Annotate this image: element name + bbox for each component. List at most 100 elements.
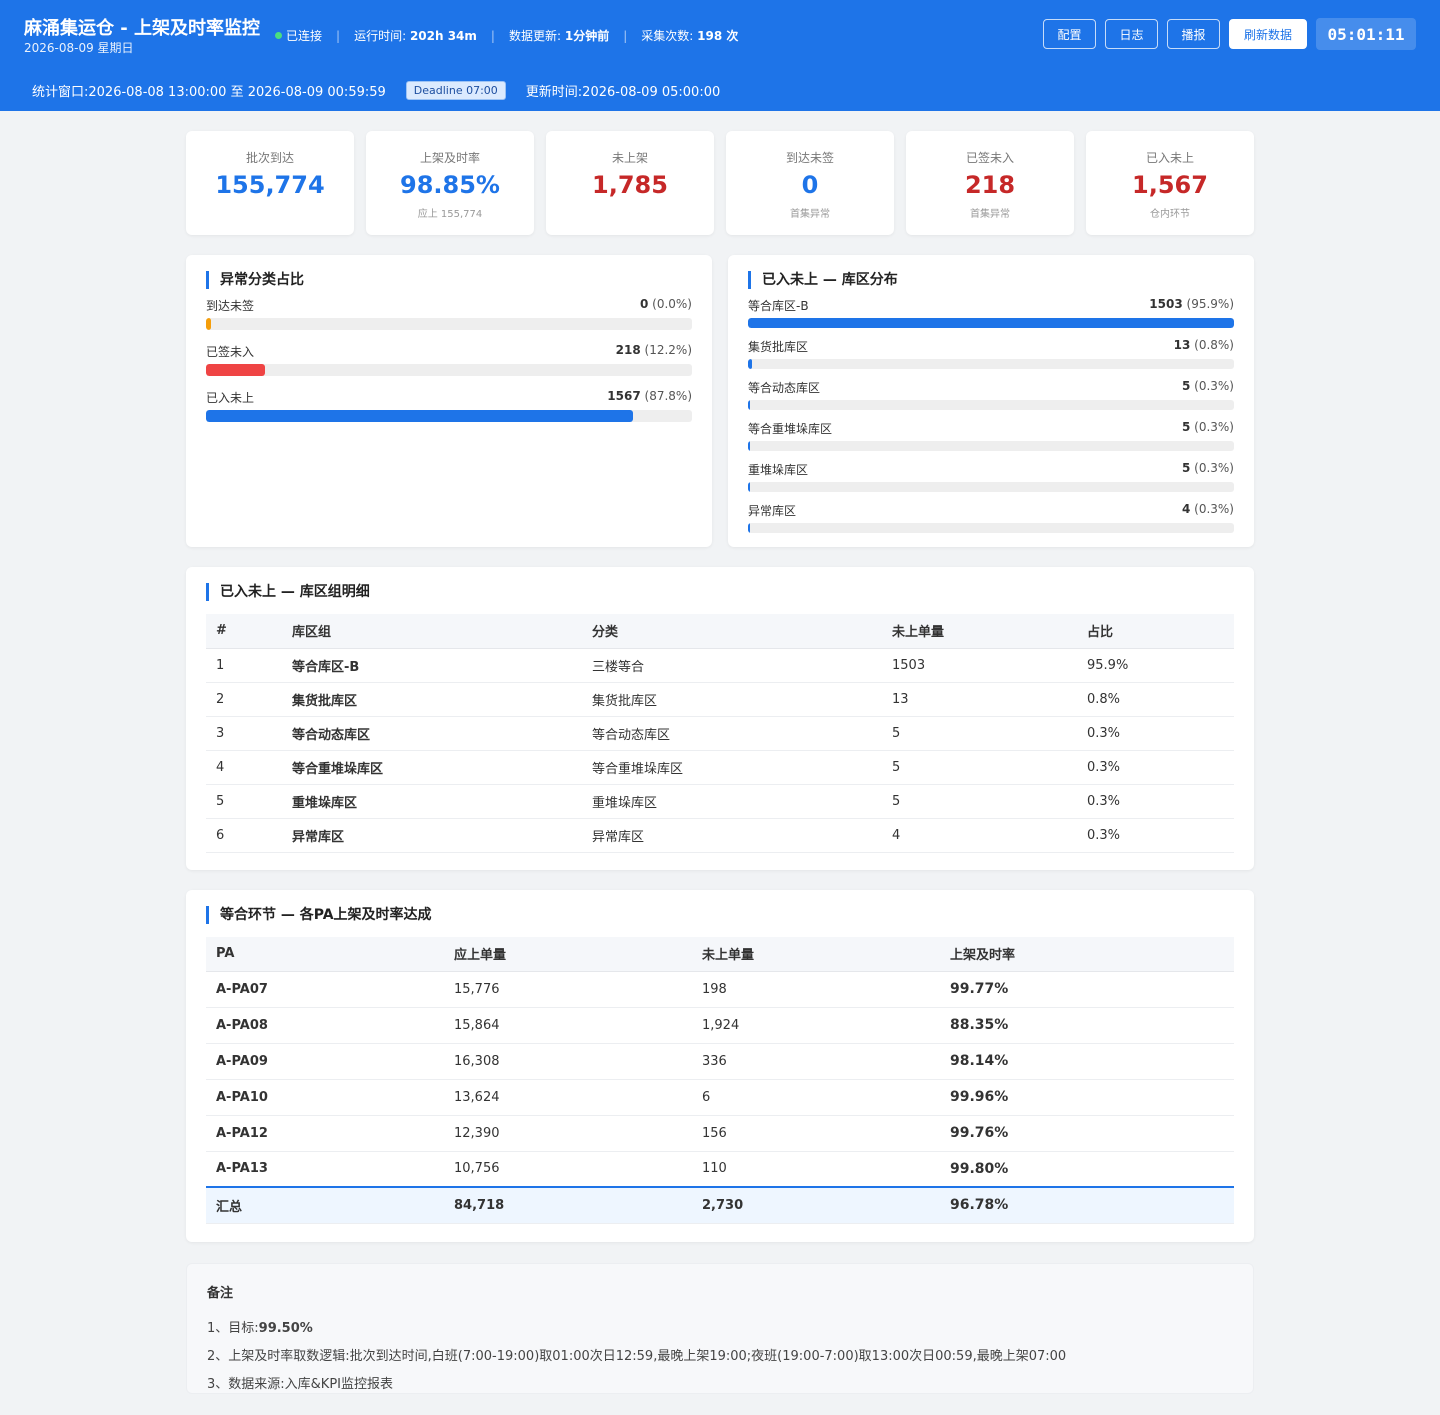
header-actions: 配置 日志 播报 刷新数据 05:01:11 bbox=[1034, 18, 1416, 50]
zone-bar-track bbox=[748, 400, 1234, 410]
count-label: 采集次数: bbox=[641, 29, 694, 43]
table-cell: 6 bbox=[206, 818, 282, 853]
zone-table-panel: 已入未上 — 库区组明细 # 库区组 分类 未上单量 占比 1 等合库区-B 三楼等合 150… bbox=[186, 567, 1254, 870]
top-header: 麻涌集运仓 - 上架及时率监控 2026-08-09 星期日 已连接 | 运行时… bbox=[0, 0, 1440, 111]
pa-table-header: 应上单量 bbox=[444, 937, 692, 972]
table-cell: 等合动态库区 bbox=[582, 716, 882, 751]
table-cell: 1 bbox=[206, 648, 282, 683]
zone-item: 等合动态库区 5 (0.3%) bbox=[748, 379, 1234, 410]
table-cell: 异常库区 bbox=[582, 818, 882, 853]
zone-bar-fill bbox=[748, 482, 750, 492]
zone-table-header: # bbox=[206, 614, 282, 649]
table-cell: 6 bbox=[692, 1079, 940, 1116]
status-bar: 已连接 | 运行时间: 202h 34m | 数据更新: 1分钟前 | 采集次数… bbox=[275, 27, 738, 44]
note-line-1: 1、目标:99.50% bbox=[207, 1317, 1233, 1336]
table-cell: 异常库区 bbox=[282, 818, 582, 853]
zone-label: 等合库区-B bbox=[748, 299, 809, 313]
anomaly-item: 到达未签 0 (0.0%) bbox=[206, 297, 692, 330]
zone-bar-fill bbox=[748, 400, 750, 410]
table-row: 6 异常库区 异常库区 4 0.3% bbox=[206, 818, 1234, 853]
pa-table-panel: 等合环节 — 各PA上架及时率达成 PA 应上单量 未上单量 上架及时率 A-PA07… bbox=[186, 890, 1254, 1242]
anomaly-bar-track bbox=[206, 364, 692, 376]
pa-table-title: 等合环节 — 各PA上架及时率达成 bbox=[206, 906, 1234, 924]
divider: | bbox=[336, 28, 341, 43]
table-cell: 99.77% bbox=[940, 971, 1234, 1008]
kpi-card: 批次到达 155,774 bbox=[186, 131, 354, 235]
zone-item: 异常库区 4 (0.3%) bbox=[748, 502, 1234, 533]
kpi-label: 未上架 bbox=[611, 151, 648, 165]
anomaly-bar-track bbox=[206, 318, 692, 330]
table-cell: 5 bbox=[882, 750, 1077, 785]
anomaly-pct: (0.0%) bbox=[652, 297, 692, 311]
table-row: A-PA07 15,776 198 99.77% bbox=[206, 971, 1234, 1008]
config-button[interactable]: 配置 bbox=[1043, 19, 1096, 49]
table-cell: A-PA07 bbox=[206, 971, 444, 1008]
zone-row: 集货批库区 13 (0.8%) bbox=[748, 338, 1234, 355]
table-cell: 10,756 bbox=[444, 1151, 692, 1188]
zone-row: 异常库区 4 (0.3%) bbox=[748, 502, 1234, 519]
zone-row: 等合重堆垛库区 5 (0.3%) bbox=[748, 420, 1234, 437]
pa-table-header: 未上单量 bbox=[692, 937, 940, 972]
zone-count-group: 4 (0.3%) bbox=[1182, 502, 1234, 519]
table-cell: 等合库区-B bbox=[282, 648, 582, 683]
kpi-value: 1,567 bbox=[1132, 171, 1208, 199]
zone-count-group: 13 (0.8%) bbox=[1174, 338, 1234, 355]
zone-dist-panel: 已入未上 — 库区分布 等合库区-B 1503 (95.9%) 集货批库区 13 (0… bbox=[728, 255, 1254, 547]
divider: | bbox=[490, 28, 495, 43]
kpi-label: 批次到达 bbox=[245, 151, 294, 165]
kpi-card: 上架及时率 98.85% 应上 155,774 bbox=[366, 131, 534, 235]
pa-table-header: 上架及时率 bbox=[940, 937, 1234, 972]
total-cell: 2,730 bbox=[692, 1186, 940, 1224]
updated-time: 更新时间:2026-08-09 05:00:00 bbox=[525, 85, 721, 100]
update-value: 1分钟前 bbox=[564, 29, 610, 43]
table-cell: 三楼等合 bbox=[582, 648, 882, 683]
kpi-subtext: 应上 155,774 bbox=[417, 209, 483, 220]
kpi-value: 1,785 bbox=[592, 171, 668, 199]
table-cell: 0.3% bbox=[1077, 818, 1234, 853]
anomaly-bar-track bbox=[206, 410, 692, 422]
kpi-card: 已签未入 218 首集异常 bbox=[906, 131, 1074, 235]
zone-label: 重堆垛库区 bbox=[748, 463, 809, 477]
table-cell: A-PA08 bbox=[206, 1007, 444, 1044]
zone-bar-track bbox=[748, 482, 1234, 492]
table-row: A-PA09 16,308 336 98.14% bbox=[206, 1043, 1234, 1080]
zone-count: 5 bbox=[1181, 420, 1191, 434]
anomaly-label: 已入未上 bbox=[206, 391, 255, 405]
total-cell: 汇总 bbox=[206, 1186, 444, 1224]
table-cell: 3 bbox=[206, 716, 282, 751]
table-cell: 0.3% bbox=[1077, 716, 1234, 751]
zone-bar-track bbox=[748, 441, 1234, 451]
zone-count: 4 bbox=[1181, 502, 1191, 516]
note-target-value: 99.50% bbox=[258, 1321, 313, 1336]
notes-panel: 备注 1、目标:99.50% 2、上架及时率取数逻辑:批次到达时间,白班(7:0… bbox=[186, 1263, 1254, 1394]
anomaly-count-group: 0 (0.0%) bbox=[640, 297, 692, 314]
table-cell: 4 bbox=[882, 818, 1077, 853]
kpi-label: 已签未入 bbox=[965, 151, 1014, 165]
zone-pct: (0.3%) bbox=[1194, 420, 1234, 434]
kpi-label: 上架及时率 bbox=[419, 151, 480, 165]
clock: 05:01:11 bbox=[1316, 18, 1416, 50]
table-cell: 等合动态库区 bbox=[282, 716, 582, 751]
zone-item: 等合库区-B 1503 (95.9%) bbox=[748, 297, 1234, 328]
runtime-label: 运行时间: bbox=[354, 29, 407, 43]
anomaly-item: 已入未上 1567 (87.8%) bbox=[206, 389, 692, 422]
table-cell: A-PA09 bbox=[206, 1043, 444, 1080]
refresh-button[interactable]: 刷新数据 bbox=[1229, 19, 1307, 49]
zone-bar-track bbox=[748, 523, 1234, 533]
table-row: A-PA08 15,864 1,924 88.35% bbox=[206, 1007, 1234, 1044]
log-button[interactable]: 日志 bbox=[1105, 19, 1158, 49]
window-range: 统计窗口:2026-08-08 13:00:00 至 2026-08-09 00… bbox=[32, 85, 386, 100]
table-row: 5 重堆垛库区 重堆垛库区 5 0.3% bbox=[206, 784, 1234, 819]
zone-bars: 等合库区-B 1503 (95.9%) 集货批库区 13 (0.8%) 等合动态库区 5 … bbox=[748, 297, 1234, 533]
table-cell: 88.35% bbox=[940, 1007, 1234, 1044]
total-cell: 96.78% bbox=[940, 1186, 1234, 1224]
broadcast-button[interactable]: 播报 bbox=[1167, 19, 1220, 49]
table-cell: 99.80% bbox=[940, 1151, 1234, 1188]
anomaly-bar-fill bbox=[206, 364, 266, 376]
connection-dot-icon bbox=[275, 32, 282, 39]
table-cell: 集货批库区 bbox=[282, 682, 582, 717]
table-cell: 156 bbox=[692, 1115, 940, 1152]
kpi-card: 已入未上 1,567 仓内环节 bbox=[1086, 131, 1254, 235]
table-cell: A-PA13 bbox=[206, 1151, 444, 1188]
table-cell: 重堆垛库区 bbox=[582, 784, 882, 819]
